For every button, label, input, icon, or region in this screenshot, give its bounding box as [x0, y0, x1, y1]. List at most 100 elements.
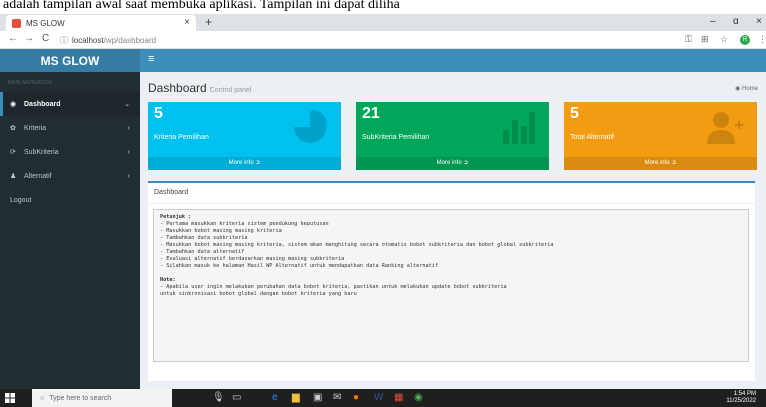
breadcrumb[interactable]: ◉ Home — [735, 85, 758, 92]
site-info-icon[interactable]: ⓘ — [60, 35, 68, 46]
taskbar-search-input[interactable]: ○ Type here to search — [32, 389, 172, 407]
more-info-button[interactable]: More info ➲ — [564, 157, 757, 170]
sidebar-header: MAIN NAVIGATION — [8, 80, 52, 86]
app-navbar: ≡ — [140, 49, 766, 72]
panel-title: Dashboard — [154, 189, 189, 196]
bar-chart-icon — [503, 112, 535, 144]
petunjuk-line: - Masukkan bobot masing masing kriteria,… — [160, 242, 554, 248]
windows-start-icon[interactable] — [5, 393, 15, 403]
windows-taskbar: ○ Type here to search 🎙 ▭ e ▆ ▣ ✉ ● W ▦ … — [0, 389, 766, 407]
mic-icon[interactable]: 🎙 — [212, 392, 225, 403]
instructions-block: Petunjuk : - Pertama masukkan kriteria s… — [153, 209, 749, 362]
user-icon: ♟ — [10, 173, 17, 180]
chevron-down-icon: ⌄ — [124, 101, 130, 108]
sidebar-item-label: SubKriteria — [24, 148, 59, 156]
info-box-kriteria: 5 Kriteria Pemilihan More info ➲ — [148, 102, 341, 170]
sidebar-item-label: Alternatif — [24, 172, 52, 180]
sidebar-item-label: Logout — [10, 196, 32, 204]
key-icon[interactable]: ⚿ — [685, 34, 692, 45]
pie-chart-icon — [294, 110, 327, 143]
content-area: Dashboard Control panel ◉ Home 5 Kriteria… — [140, 72, 766, 389]
sidebar-item-logout[interactable]: Logout — [0, 188, 140, 212]
more-info-button[interactable]: More info ➲ — [148, 157, 341, 170]
petunjuk-line: - Silahkan masuk ke halaman Hasil WP Alt… — [160, 263, 438, 269]
search-icon: ○ — [40, 394, 45, 402]
note-line: untuk sinkronisasi bobot global dengan b… — [160, 291, 357, 297]
system-clock[interactable]: 1:54 PM 11/25/2022 — [726, 391, 756, 405]
browser-tab[interactable]: MS GLOW × — [6, 15, 196, 31]
minimize-button[interactable]: – — [710, 16, 716, 27]
url-host: localhost — [72, 35, 104, 45]
firefox-icon[interactable]: ● — [353, 392, 359, 403]
petunjuk-line: - Evaluasi alternatif berdasarkan masing… — [160, 256, 345, 262]
store-icon[interactable]: ▣ — [313, 392, 322, 403]
word-icon[interactable]: W — [374, 392, 383, 403]
page-title: Dashboard Control panel — [148, 81, 252, 95]
dashboard-panel: Dashboard Petunjuk : - Pertama masukkan … — [148, 181, 755, 381]
sidebar-item-kriteria[interactable]: ✿ Kriteria ‹ — [0, 116, 140, 140]
url-path: /wp/dashboard — [103, 35, 157, 45]
chevron-left-icon: ‹ — [127, 124, 130, 132]
breadcrumb-home[interactable]: Home — [742, 86, 758, 92]
sidebar-toggle-icon[interactable]: ≡ — [148, 53, 154, 65]
tab-close-icon[interactable]: × — [184, 17, 190, 28]
browser-menu-icon[interactable]: ⋮ — [758, 34, 766, 45]
divider — [148, 203, 755, 204]
note-title: Note: — [160, 277, 176, 283]
close-window-button[interactable]: × — [756, 16, 762, 27]
extension-icon[interactable]: ⊞ — [701, 34, 709, 45]
clock-time: 1:54 PM — [733, 391, 756, 397]
edge-icon[interactable]: e — [272, 392, 278, 403]
petunjuk-line: - Pertama masukkan kriteria sistem pendu… — [160, 221, 329, 227]
app-brand[interactable]: MS GLOW — [0, 49, 140, 72]
box-label: Kriteria Pemilihan — [154, 134, 209, 141]
app-icon[interactable]: ▦ — [394, 392, 403, 403]
chrome-icon[interactable]: ◉ — [414, 392, 423, 403]
petunjuk-line: - Tambahkan data alternatif — [160, 249, 245, 255]
task-view-icon[interactable]: ▭ — [232, 392, 241, 403]
refresh-icon: ⟳ — [10, 149, 16, 156]
profile-avatar[interactable]: R — [740, 35, 750, 45]
arrow-circle-right-icon: ➲ — [255, 160, 261, 166]
document-caption: adalah tampilan awal saat membuka aplika… — [0, 0, 766, 14]
info-box-alternatif: 5 Total Alternatif More info ➲ — [564, 102, 757, 170]
mail-icon[interactable]: ✉ — [333, 392, 341, 403]
arrow-circle-right-icon: ➲ — [671, 160, 677, 166]
forward-icon[interactable]: → — [24, 33, 34, 44]
url-field[interactable]: ⓘ localhost /wp/dashboard — [60, 34, 650, 46]
petunjuk-line: - Tambahkan data subkriteria — [160, 235, 248, 241]
star-icon[interactable]: ☆ — [720, 34, 728, 45]
sidebar: MAIN NAVIGATION ◉ Dashboard ⌄ ✿ Kriteria… — [0, 72, 140, 389]
sidebar-item-alternatif[interactable]: ♟ Alternatif ‹ — [0, 164, 140, 188]
sidebar-item-label: Kriteria — [24, 124, 47, 132]
sidebar-item-dashboard[interactable]: ◉ Dashboard ⌄ — [0, 92, 140, 116]
dashboard-icon: ◉ — [735, 86, 741, 92]
arrow-circle-right-icon: ➲ — [463, 160, 469, 166]
favicon-icon — [12, 18, 21, 28]
more-info-button[interactable]: More info ➲ — [356, 157, 549, 170]
gear-icon: ✿ — [10, 125, 16, 132]
chevron-left-icon: ‹ — [127, 172, 130, 180]
new-tab-button[interactable]: + — [205, 15, 212, 29]
browser-tabbar: MS GLOW × + – ɑ × — [0, 14, 766, 31]
petunjuk-title: Petunjuk : — [160, 214, 192, 220]
address-bar-row: ← → C ⓘ localhost /wp/dashboard ⚿ ⊞ ☆ R … — [0, 31, 766, 49]
sidebar-item-subkriteria[interactable]: ⟳ SubKriteria ‹ — [0, 140, 140, 164]
tab-title: MS GLOW — [26, 18, 65, 28]
chevron-left-icon: ‹ — [127, 148, 130, 156]
note-line: - Apabila user ingin melakukan perubahan… — [160, 284, 507, 290]
maximize-button[interactable]: ɑ — [733, 16, 739, 27]
box-value: 5 — [570, 105, 579, 122]
file-explorer-icon[interactable]: ▆ — [292, 392, 300, 403]
info-box-subkriteria: 21 SubKriteria Pemilihan More info ➲ — [356, 102, 549, 170]
box-label: Total Alternatif — [570, 134, 614, 141]
reload-icon[interactable]: C — [42, 33, 49, 44]
page-subtitle: Control panel — [209, 87, 252, 94]
box-label: SubKriteria Pemilihan — [362, 134, 430, 141]
back-icon[interactable]: ← — [8, 33, 18, 44]
box-value: 21 — [362, 105, 380, 122]
box-value: 5 — [154, 105, 163, 122]
dashboard-icon: ◉ — [10, 101, 17, 108]
petunjuk-line: - Masukkan bobot masing masing kriteria — [160, 228, 282, 234]
user-plus-icon — [707, 112, 743, 144]
